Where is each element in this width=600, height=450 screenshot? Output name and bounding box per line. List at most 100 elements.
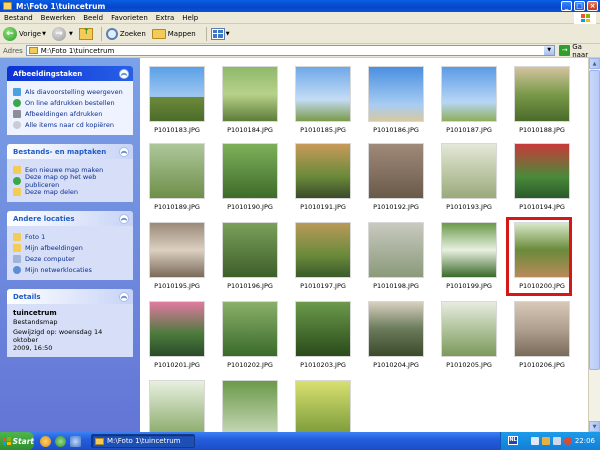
scroll-thumb[interactable] <box>589 70 600 370</box>
address-dropdown-button[interactable]: ▼ <box>544 46 555 55</box>
address-input[interactable]: M:\Foto 1\tuincetrum ▼ <box>25 45 556 56</box>
thumbnail-item[interactable]: P1010186.JPG <box>368 66 424 134</box>
other-places-header[interactable]: Andere locaties ︽ <box>7 211 133 226</box>
thumbnail-image <box>222 143 278 199</box>
scroll-up-button[interactable]: ▲ <box>589 58 600 69</box>
thumbnail-label: P1010192.JPG <box>373 203 419 211</box>
thumbnail-item[interactable] <box>295 380 351 432</box>
thumbnail-image <box>441 222 497 278</box>
network-tray-icon[interactable] <box>530 437 539 445</box>
security-icon[interactable] <box>563 437 572 445</box>
desktop-icon[interactable] <box>70 435 81 447</box>
thumbnail-item[interactable]: P1010193.JPG <box>441 143 497 211</box>
thumbnail-item[interactable]: P1010184.JPG <box>222 66 278 134</box>
task-pane: Afbeeldingstaken ︽ Als diavoorstelling w… <box>0 58 140 432</box>
folder-up-button[interactable] <box>78 27 93 40</box>
shield-icon[interactable] <box>541 437 550 445</box>
pictures-folder-icon <box>13 243 21 252</box>
task-copy-cd[interactable]: Alle items naar cd kopiëren <box>13 119 127 130</box>
views-button[interactable]: ▼ <box>210 27 230 40</box>
go-label: Ga naar <box>572 42 589 59</box>
task-slideshow[interactable]: Als diavoorstelling weergeven <box>13 86 127 97</box>
back-arrow-icon: ← <box>3 26 17 41</box>
thumbnail-view: P1010183.JPG P1010184.JPG P1010185.JPG P101… <box>140 58 588 432</box>
back-button[interactable]: ← Vorige ▼ <box>3 26 46 41</box>
thumbnail-item[interactable]: P1010196.JPG <box>222 222 278 290</box>
menu-extra[interactable]: Extra <box>156 14 174 22</box>
thumbnail-item[interactable]: P1010188.JPG <box>514 66 570 134</box>
thumbnail-image <box>514 301 570 357</box>
go-button[interactable]: → Ga naar <box>559 43 600 59</box>
thumbnail-item[interactable]: P1010204.JPG <box>368 301 424 369</box>
close-button[interactable]: × <box>587 1 598 11</box>
folders-icon <box>151 28 166 39</box>
forward-button[interactable]: → ▼ <box>51 26 73 41</box>
thumbnail-item[interactable] <box>222 380 278 432</box>
thumbnail-label: P1010186.JPG <box>373 126 419 134</box>
toolbar-separator <box>100 26 102 41</box>
thumbnail-label: P1010202.JPG <box>227 361 273 369</box>
place-foto1[interactable]: Foto 1 <box>13 231 127 242</box>
taskbar-window-item[interactable]: M:\Foto 1\tuincetrum <box>91 434 195 448</box>
thumbnail-item[interactable]: P1010183.JPG <box>149 66 205 134</box>
menu-favorieten[interactable]: Favorieten <box>111 14 148 22</box>
place-my-computer[interactable]: Deze computer <box>13 253 127 264</box>
thumbnail-item[interactable] <box>149 380 205 432</box>
start-button[interactable]: Start <box>0 432 34 450</box>
thumbnail-label: P1010206.JPG <box>519 361 565 369</box>
thumbnail-label: P1010187.JPG <box>446 126 492 134</box>
place-network[interactable]: Mijn netwerklocaties <box>13 264 127 275</box>
thumbnail-item[interactable]: P1010190.JPG <box>222 143 278 211</box>
thumbnail-item[interactable]: P1010185.JPG <box>295 66 351 134</box>
details-header[interactable]: Details ︽ <box>7 289 133 304</box>
thumbnail-item[interactable]: P1010202.JPG <box>222 301 278 369</box>
thumbnail-image <box>149 66 205 122</box>
file-tasks-header[interactable]: Bestands- en maptaken ︽ <box>7 144 133 159</box>
task-order-prints[interactable]: On line afdrukken bestellen <box>13 97 127 108</box>
scroll-down-button[interactable]: ▼ <box>589 421 600 432</box>
thumbnail-item[interactable]: P1010201.JPG <box>149 301 205 369</box>
browser-icon[interactable] <box>40 435 51 447</box>
thumbnail-item[interactable]: P1010199.JPG <box>441 222 497 290</box>
thumbnail-item[interactable]: P1010197.JPG <box>295 222 351 290</box>
thumbnail-item[interactable]: P1010191.JPG <box>295 143 351 211</box>
search-button[interactable]: Zoeken <box>105 27 146 40</box>
thumbnail-label: P1010205.JPG <box>446 361 492 369</box>
image-tasks-header[interactable]: Afbeeldingstaken ︽ <box>7 66 133 81</box>
image-tasks-panel: Afbeeldingstaken ︽ Als diavoorstelling w… <box>7 66 133 135</box>
language-indicator[interactable]: NL <box>508 436 518 445</box>
minimize-button[interactable]: _ <box>561 1 572 11</box>
collapse-icon[interactable]: ︽ <box>119 146 129 157</box>
thumbnail-image <box>368 301 424 357</box>
thumbnail-item[interactable]: P1010195.JPG <box>149 222 205 290</box>
collapse-icon[interactable]: ︽ <box>119 291 129 302</box>
thumbnail-image <box>441 66 497 122</box>
menu-help[interactable]: Help <box>182 14 198 22</box>
thumbnail-item[interactable]: P1010189.JPG <box>149 143 205 211</box>
place-my-pictures[interactable]: Mijn afbeeldingen <box>13 242 127 253</box>
details-modified-1: Gewijzigd op: woensdag 14 oktober <box>13 328 103 344</box>
collapse-icon[interactable]: ︽ <box>119 213 129 224</box>
folders-button[interactable]: Mappen <box>151 28 196 39</box>
menu-bestand[interactable]: Bestand <box>4 14 33 22</box>
thumbnail-item[interactable]: P1010205.JPG <box>441 301 497 369</box>
menu-beeld[interactable]: Beeld <box>83 14 103 22</box>
volume-icon[interactable] <box>552 437 561 445</box>
collapse-icon[interactable]: ︽ <box>119 68 129 79</box>
thumbnail-item[interactable]: P1010203.JPG <box>295 301 351 369</box>
search-label: Zoeken <box>119 29 146 38</box>
media-icon[interactable] <box>55 435 66 447</box>
vertical-scrollbar[interactable]: ▲ ▼ <box>588 58 600 432</box>
thumbnail-item[interactable]: P1010194.JPG <box>514 143 570 211</box>
thumbnail-item[interactable]: P1010192.JPG <box>368 143 424 211</box>
window-title: M:\Foto 1\tuincetrum <box>16 1 106 11</box>
maximize-button[interactable]: □ <box>574 1 585 11</box>
thumbnail-item[interactable]: P1010206.JPG <box>514 301 570 369</box>
menu-bewerken[interactable]: Bewerken <box>41 14 76 22</box>
thumbnail-label: P1010197.JPG <box>300 282 346 290</box>
thumbnail-image <box>514 143 570 199</box>
task-publish-web[interactable]: Deze map op het web publiceren <box>13 173 127 189</box>
thumbnail-item[interactable]: P1010198.JPG <box>368 222 424 290</box>
task-print[interactable]: Afbeeldingen afdrukken <box>13 108 127 119</box>
thumbnail-item[interactable]: P1010187.JPG <box>441 66 497 134</box>
